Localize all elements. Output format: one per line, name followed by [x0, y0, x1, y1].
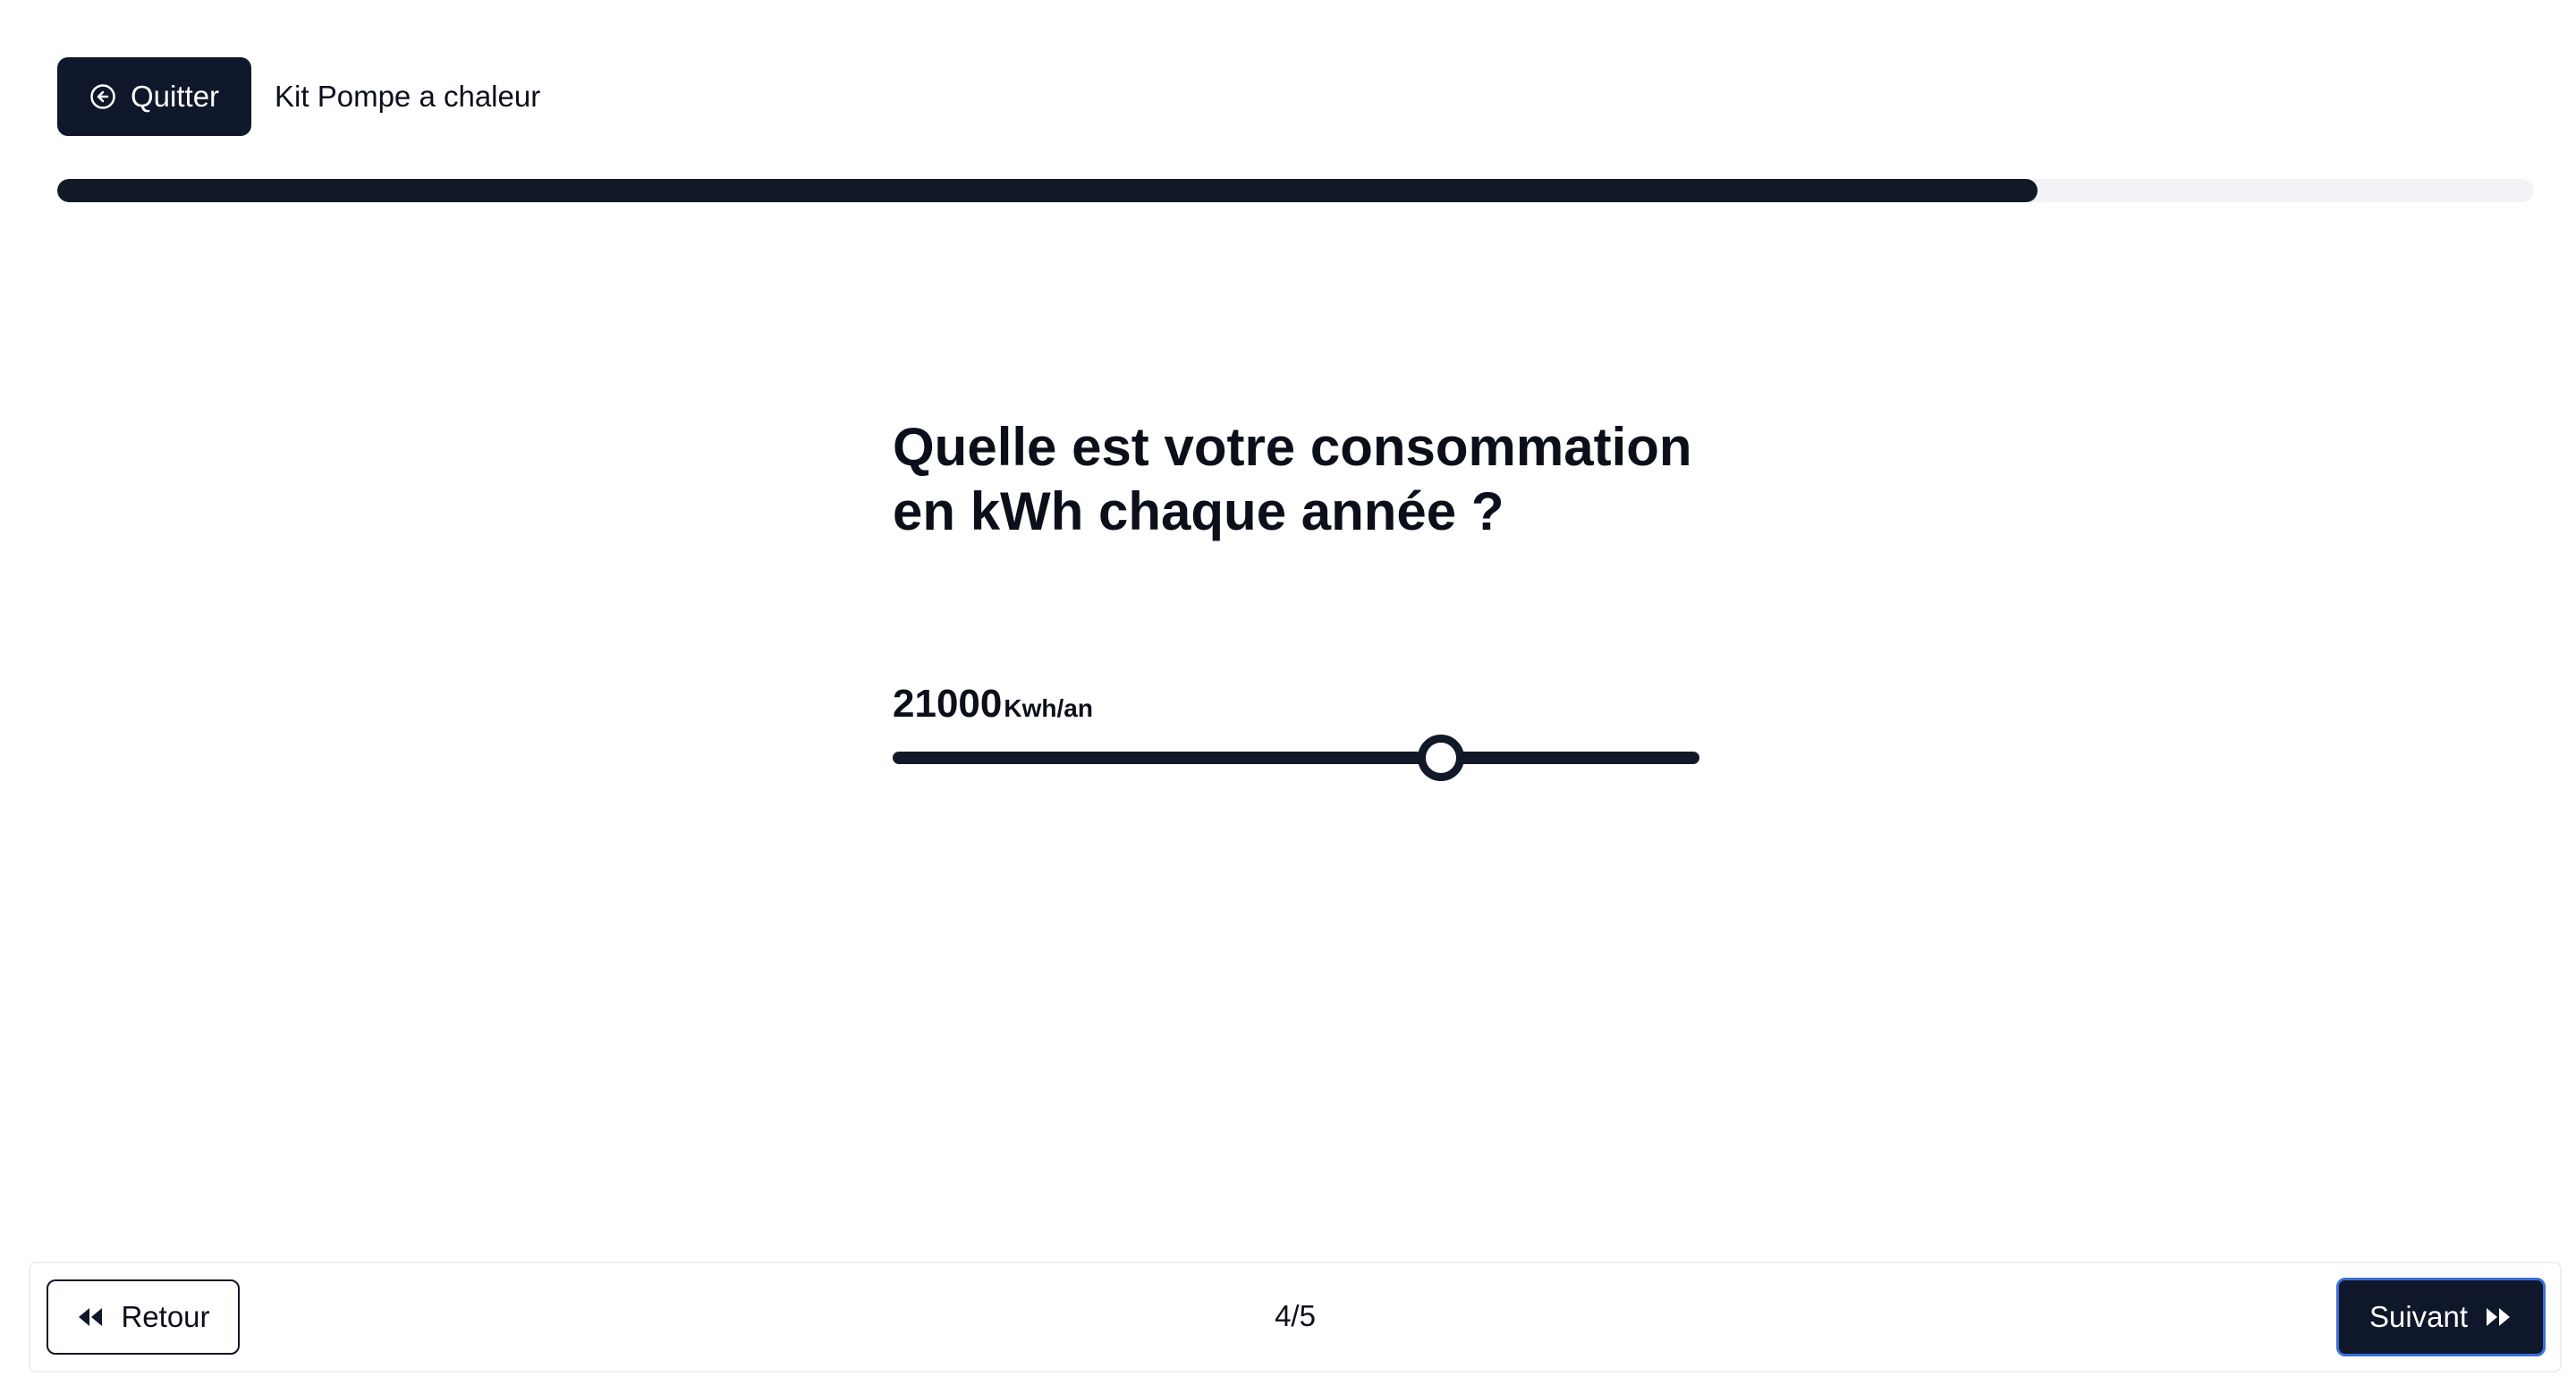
fast-forward-icon: [2484, 1305, 2512, 1329]
slider-value-display: 21000 Kwh/an: [893, 682, 1093, 727]
circle-arrow-left-icon: [89, 83, 116, 110]
slider-unit: Kwh/an: [1004, 694, 1093, 722]
quit-button-label: Quitter: [131, 80, 220, 113]
slider-track[interactable]: [893, 752, 1699, 764]
slider-thumb[interactable]: [1418, 735, 1465, 781]
step-indicator: 4/5: [1275, 1299, 1316, 1332]
progress-bar-fill: [57, 179, 2038, 202]
next-button-label: Suivant: [2368, 1300, 2469, 1333]
slider-value: 21000: [893, 682, 1003, 726]
header: Quitter Kit Pompe a chaleur: [57, 57, 540, 136]
progress-bar: [57, 179, 2533, 202]
next-button[interactable]: Suivant: [2336, 1278, 2546, 1356]
quit-button[interactable]: Quitter: [57, 57, 252, 136]
page-title: Kit Pompe a chaleur: [275, 80, 541, 113]
footer-nav: Retour 4/5 Suivant: [29, 1262, 2562, 1373]
consumption-slider[interactable]: [893, 735, 1699, 781]
question-title: Quelle est votre consommation en kWh cha…: [893, 417, 1692, 541]
page: Quitter Kit Pompe a chaleur Quelle est v…: [0, 0, 2576, 1394]
